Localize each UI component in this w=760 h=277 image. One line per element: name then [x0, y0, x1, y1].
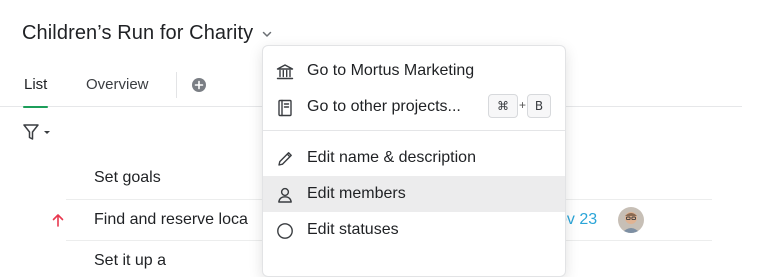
menu-item-label: Go to Mortus Marketing	[307, 62, 475, 79]
menu-item-label: Go to other projects...	[307, 98, 461, 115]
shortcut-key-b: B	[527, 94, 551, 118]
menu-item-other-projects[interactable]: Go to other projects... ⌘ + B	[263, 89, 565, 125]
task-name[interactable]: Find and reserve loca	[94, 211, 248, 229]
task-name[interactable]: Set goals	[94, 169, 161, 187]
avatar[interactable]	[618, 207, 644, 233]
project-title: Children’s Run for Charity	[22, 22, 254, 44]
menu-divider	[263, 130, 565, 131]
avatar-person-icon	[618, 207, 644, 233]
menu-item-label: Edit name & description	[307, 149, 476, 166]
menu-item-edit-members[interactable]: Edit members	[263, 176, 565, 212]
tab-overview[interactable]: Overview	[86, 76, 149, 93]
task-name[interactable]: Set it up a	[94, 252, 166, 270]
menu-item-edit-statuses[interactable]: Edit statuses	[263, 212, 565, 248]
filter-icon[interactable]	[22, 122, 56, 142]
menu-item-label: Edit members	[307, 185, 406, 202]
building-icon	[276, 64, 294, 80]
circle-icon	[277, 223, 293, 239]
tab-divider	[176, 72, 177, 98]
add-tab-plus-icon[interactable]	[191, 77, 207, 93]
menu-item-edit-name[interactable]: Edit name & description	[263, 140, 565, 176]
shortcut-key-cmd: ⌘	[488, 94, 518, 118]
menu-item-label: Edit statuses	[307, 221, 399, 238]
project-title-button[interactable]: Children’s Run for Charity	[22, 22, 273, 45]
person-icon	[278, 187, 292, 203]
menu-item-go-to-team[interactable]: Go to Mortus Marketing	[263, 53, 565, 89]
chevron-down-icon	[262, 31, 272, 37]
high-priority-arrow-icon	[52, 214, 64, 227]
shortcut-plus: +	[519, 98, 527, 112]
project-actions-menu: Go to Mortus Marketing Go to other proje…	[262, 45, 566, 277]
pencil-icon	[278, 152, 292, 166]
tab-list[interactable]: List	[22, 76, 49, 108]
notebook-icon	[278, 99, 292, 117]
